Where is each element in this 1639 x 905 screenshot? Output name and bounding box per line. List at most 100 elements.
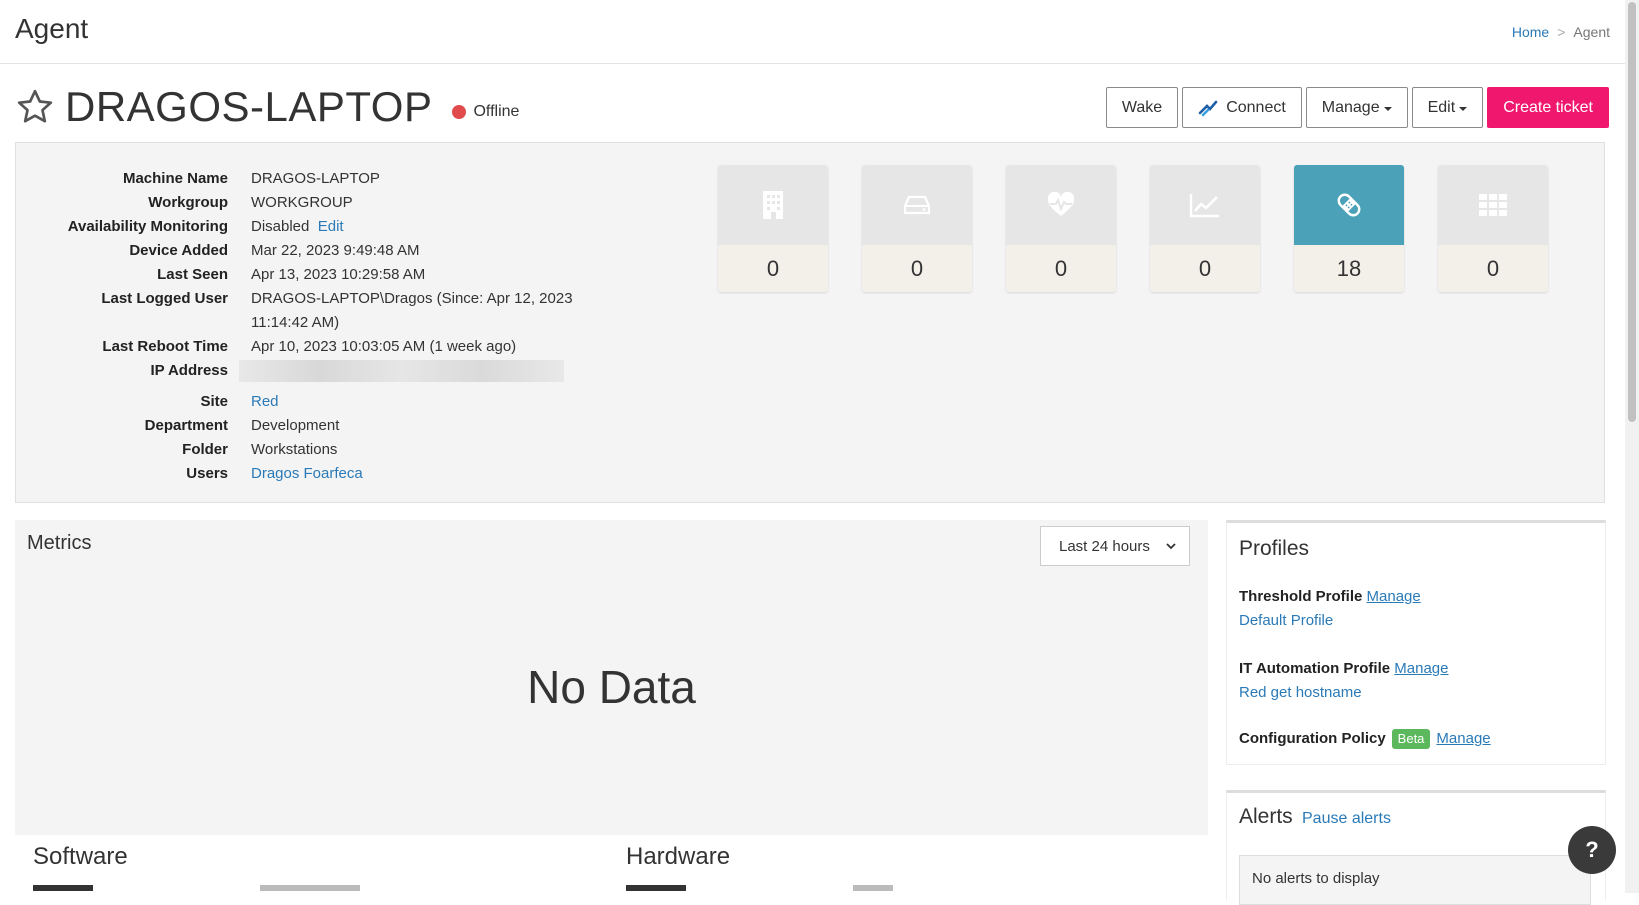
detail-row: Last Reboot Time Apr 10, 2023 10:03:05 AM… <box>16 335 631 359</box>
manage-label: Manage <box>1321 98 1380 116</box>
time-range-select[interactable]: Last 24 hours <box>1040 526 1190 566</box>
heart-pulse-icon <box>1047 192 1075 216</box>
availability-edit-link[interactable]: Edit <box>318 218 344 235</box>
tile-count: 0 <box>1150 245 1260 292</box>
metrics-panel: Metrics Last 24 hours No Data <box>15 520 1208 835</box>
configuration-policy: Configuration Policy Beta Manage <box>1239 727 1491 751</box>
beta-badge: Beta <box>1391 729 1431 749</box>
detail-label: Department <box>144 417 228 434</box>
manage-dropdown-button[interactable]: Manage <box>1305 87 1408 128</box>
detail-row: Availability Monitoring Disabled Edit <box>16 215 631 239</box>
pause-alerts-link[interactable]: Pause alerts <box>1302 810 1391 828</box>
configuration-manage-link[interactable]: Manage <box>1436 730 1490 747</box>
automation-profile-link[interactable]: Red get hostname <box>1239 684 1362 701</box>
threshold-manage-link[interactable]: Manage <box>1367 588 1421 605</box>
scrollbar[interactable] <box>1625 0 1639 893</box>
chevron-down-icon <box>1166 543 1176 550</box>
detail-value: Workstations <box>251 441 338 458</box>
availability-value: Disabled <box>251 218 310 235</box>
tile-patches[interactable]: 18 <box>1294 165 1404 292</box>
alerts-panel: Alerts Pause alerts No alerts to display <box>1226 790 1606 905</box>
connect-button[interactable]: Connect <box>1182 87 1302 128</box>
tile-count: 0 <box>862 245 972 292</box>
ip-address-redacted <box>239 360 564 382</box>
site-link[interactable]: Red <box>251 393 279 410</box>
action-toolbar: Wake Connect Manage Edit Create ticket <box>1105 87 1609 128</box>
automation-profile-label: IT Automation Profile <box>1239 660 1391 677</box>
detail-row: Users Dragos Foarfeca <box>16 462 631 486</box>
profiles-title: Profiles <box>1239 537 1310 560</box>
device-info-panel: Machine Name DRAGOS-LAPTOP Workgroup WORKG… <box>15 142 1605 503</box>
detail-value <box>239 359 631 390</box>
hardware-value-partial <box>853 885 893 891</box>
create-ticket-button[interactable]: Create ticket <box>1487 87 1609 128</box>
building-icon <box>763 191 783 219</box>
caret-down-icon <box>1459 106 1468 111</box>
tile-drive[interactable]: 0 <box>862 165 972 292</box>
edit-dropdown-button[interactable]: Edit <box>1411 87 1484 128</box>
edit-label: Edit <box>1427 98 1456 116</box>
detail-row: Folder Workstations <box>16 438 631 462</box>
automation-manage-link[interactable]: Manage <box>1394 660 1448 677</box>
detail-label: Last Logged User <box>101 290 228 307</box>
detail-value: DRAGOS-LAPTOP <box>251 170 380 187</box>
detail-value: DRAGOS-LAPTOP\Dragos (Since: Apr 12, 202… <box>251 290 573 331</box>
detail-value: WORKGROUP <box>251 194 353 211</box>
status-badge: Offline <box>452 103 519 121</box>
device-details: Machine Name DRAGOS-LAPTOP Workgroup WORKG… <box>16 167 631 486</box>
device-header: DRAGOS-LAPTOP Offline <box>15 82 519 132</box>
user-link[interactable]: Dragos Foarfeca <box>251 465 363 482</box>
threshold-profile-label: Threshold Profile <box>1239 588 1363 605</box>
help-button[interactable]: ? <box>1568 826 1616 874</box>
time-range-value: Last 24 hours <box>1059 537 1150 555</box>
metrics-title: Metrics <box>27 532 92 554</box>
tile-health[interactable]: 0 <box>1006 165 1116 292</box>
scrollbar-thumb[interactable] <box>1628 2 1636 422</box>
status-dot <box>452 105 467 119</box>
connect-icon <box>1198 100 1218 116</box>
tile-count: 0 <box>718 245 828 292</box>
threshold-profile-link[interactable]: Default Profile <box>1239 612 1333 629</box>
breadcrumb-home[interactable]: Home <box>1512 24 1549 40</box>
hardware-panel: Hardware <box>608 835 1208 895</box>
threshold-profile: Threshold Profile Manage Default Profile <box>1239 585 1421 633</box>
detail-row: Last Seen Apr 13, 2023 10:29:58 AM <box>16 263 631 287</box>
tile-count: 0 <box>1006 245 1116 292</box>
summary-tiles: 0 0 0 0 18 0 <box>718 165 1548 292</box>
detail-value: Dragos Foarfeca <box>251 462 631 486</box>
alerts-empty-state: No alerts to display <box>1239 855 1591 905</box>
detail-row: Site Red <box>16 390 631 414</box>
tile-apps[interactable]: 0 <box>1438 165 1548 292</box>
automation-profile: IT Automation Profile Manage Red get hos… <box>1239 657 1449 705</box>
detail-row: IP Address <box>16 359 631 390</box>
breadcrumb-current: Agent <box>1573 24 1610 40</box>
top-bar: Agent Home > Agent <box>0 0 1625 64</box>
drive-icon <box>904 195 930 215</box>
metrics-empty-state: No Data <box>527 661 696 713</box>
tile-performance[interactable]: 0 <box>1150 165 1260 292</box>
detail-value: Development <box>251 417 340 434</box>
breadcrumb: Home > Agent <box>1512 24 1610 40</box>
hardware-row-partial <box>626 885 686 891</box>
software-title: Software <box>33 843 128 870</box>
detail-label: Last Reboot Time <box>102 338 228 355</box>
software-panel: Software <box>15 835 605 895</box>
status-text: Offline <box>473 103 520 120</box>
tile-building[interactable]: 0 <box>718 165 828 292</box>
tile-count: 18 <box>1294 245 1404 292</box>
detail-label: Folder <box>182 441 228 458</box>
detail-value: Apr 13, 2023 10:29:58 AM <box>251 266 426 283</box>
wake-button[interactable]: Wake <box>1105 87 1179 128</box>
detail-label: Machine Name <box>122 170 228 187</box>
favorite-star-icon[interactable] <box>15 87 55 127</box>
configuration-policy-label: Configuration Policy <box>1239 730 1386 747</box>
detail-value: Mar 22, 2023 9:49:48 AM <box>251 242 420 259</box>
chart-line-icon <box>1189 194 1219 218</box>
page-title: Agent <box>15 13 89 44</box>
detail-label: IP Address <box>150 362 228 379</box>
hardware-title: Hardware <box>626 843 731 870</box>
software-value-partial <box>260 885 360 891</box>
breadcrumb-separator: > <box>1557 24 1566 40</box>
detail-label: Workgroup <box>148 194 228 211</box>
detail-label: Users <box>186 465 228 482</box>
